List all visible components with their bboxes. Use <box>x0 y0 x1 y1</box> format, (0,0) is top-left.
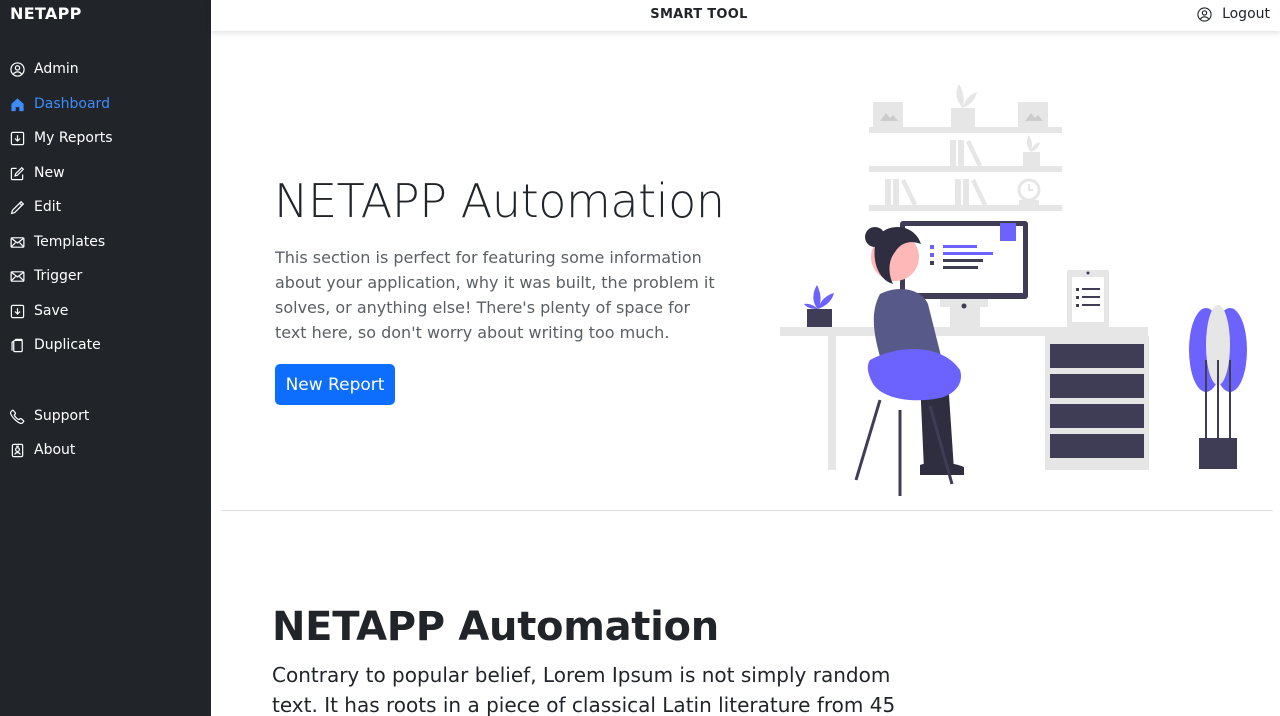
sidebar: NETAPP Admin Dashboard My Reports New Ed… <box>0 0 211 716</box>
app-title: SMART TOOL <box>650 7 748 22</box>
envelope-icon <box>9 268 25 284</box>
sidebar-item-label: Trigger <box>34 268 83 284</box>
section-body: Contrary to popular belief, Lorem Ipsum … <box>272 663 896 716</box>
sidebar-item-label: Save <box>34 303 69 319</box>
files-icon <box>9 337 25 353</box>
sidebar-item-dashboard[interactable]: Dashboard <box>0 89 211 119</box>
new-report-button[interactable]: New Report <box>275 364 395 405</box>
pencil-square-icon <box>9 165 25 181</box>
sidebar-item-trigger[interactable]: Trigger <box>0 261 211 291</box>
sidebar-item-label: Duplicate <box>34 337 101 353</box>
sidebar-item-label: My Reports <box>34 130 113 146</box>
section-title: NETAPP Automation <box>272 604 719 650</box>
floor-plant <box>1189 305 1247 469</box>
sidebar-item-label: About <box>34 442 76 458</box>
desk-plant <box>804 285 834 327</box>
desk <box>780 327 1149 470</box>
logout-button[interactable]: Logout <box>1197 6 1270 22</box>
sidebar-item-about[interactable]: About <box>0 435 211 465</box>
hero-description: This section is perfect for featuring so… <box>275 248 715 342</box>
notepad <box>1067 270 1109 327</box>
sidebar-item-templates[interactable]: Templates <box>0 227 211 257</box>
workspace-illustration <box>780 84 1247 496</box>
logout-label: Logout <box>1222 6 1270 22</box>
brand-logo[interactable]: NETAPP <box>10 4 82 23</box>
sidebar-item-label: Dashboard <box>34 96 110 112</box>
telephone-icon <box>9 408 25 424</box>
download-box-icon <box>9 130 25 146</box>
sidebar-item-edit[interactable]: Edit <box>0 192 211 222</box>
envelope-icon <box>9 234 25 250</box>
person-circle-icon <box>9 61 25 77</box>
sidebar-item-label: Support <box>34 408 90 424</box>
download-box-icon <box>9 303 25 319</box>
shelves <box>869 84 1062 211</box>
sidebar-item-save[interactable]: Save <box>0 296 211 326</box>
sidebar-item-my-reports[interactable]: My Reports <box>0 123 211 153</box>
sidebar-item-label: Templates <box>34 234 106 250</box>
top-navbar: SMART TOOL Logout <box>211 0 1280 31</box>
sidebar-item-label: New <box>34 165 65 181</box>
sidebar-item-support[interactable]: Support <box>0 401 211 431</box>
pencil-icon <box>9 199 25 215</box>
person-badge-icon <box>9 442 25 458</box>
hero-title: NETAPP Automation <box>274 174 725 228</box>
house-icon <box>9 96 25 112</box>
sidebar-item-new[interactable]: New <box>0 158 211 188</box>
sidebar-item-label: Edit <box>34 199 62 215</box>
sidebar-item-label: Admin <box>34 61 79 77</box>
section-divider <box>221 510 1273 511</box>
sidebar-item-duplicate[interactable]: Duplicate <box>0 330 211 360</box>
person-circle-icon <box>1197 6 1212 22</box>
sidebar-item-admin[interactable]: Admin <box>0 54 211 84</box>
